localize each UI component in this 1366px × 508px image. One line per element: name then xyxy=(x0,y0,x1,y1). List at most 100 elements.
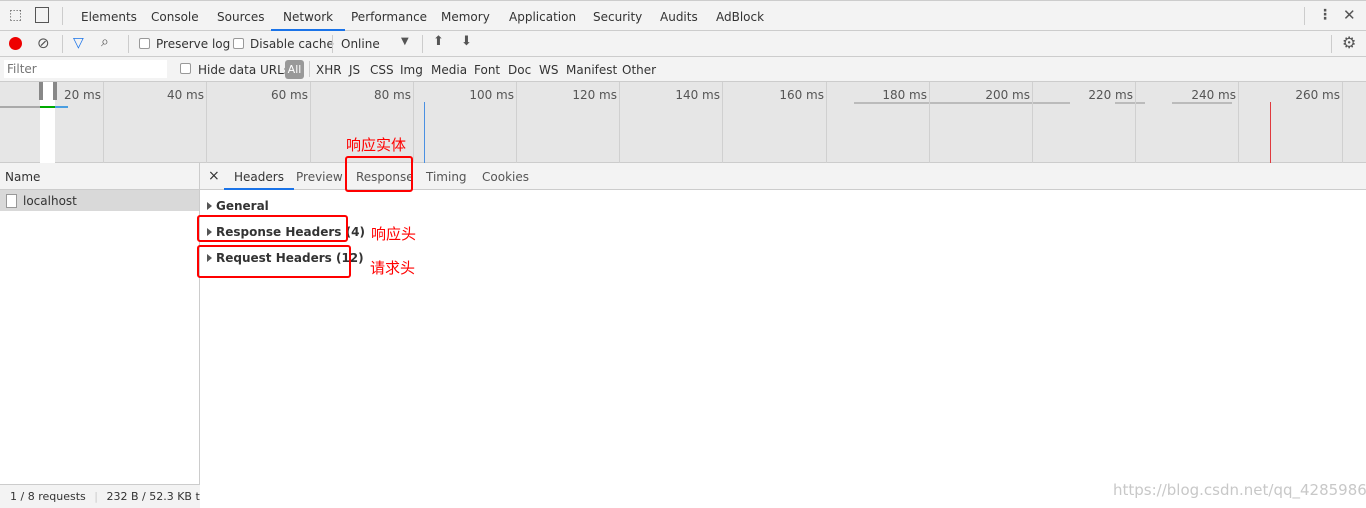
detail-tab-headers[interactable]: Headers xyxy=(224,170,294,190)
annotation-response-headers: 响应头 xyxy=(371,225,417,243)
tab-network[interactable]: Network xyxy=(271,10,346,31)
request-name: localhost xyxy=(23,193,77,208)
type-all[interactable]: All xyxy=(285,60,304,79)
tab-security[interactable]: Security xyxy=(593,10,642,24)
timeline-gridline xyxy=(929,82,930,163)
section-general[interactable]: General xyxy=(207,199,269,213)
detail-tab-timing[interactable]: Timing xyxy=(426,170,467,184)
timeline-gridline xyxy=(1135,82,1136,163)
detail-tab-preview[interactable]: Preview xyxy=(296,170,343,184)
timeline-tick-label: 60 ms xyxy=(270,88,308,102)
request-details-panel: × Headers Preview Response Timing Cookie… xyxy=(200,163,1366,508)
highlight-request-headers xyxy=(197,245,351,278)
inspect-element-icon[interactable]: ⬚ xyxy=(9,7,22,23)
annotation-response-body: 响应实体 xyxy=(346,136,407,154)
timeline-tick-label: 20 ms xyxy=(63,88,101,102)
preserve-log-label: Preserve log xyxy=(156,37,231,51)
timing-bar xyxy=(40,106,55,108)
type-doc[interactable]: Doc xyxy=(508,63,531,77)
clear-icon[interactable]: ⊘ xyxy=(37,34,50,52)
timeline-gridline xyxy=(722,82,723,163)
status-bar: 1 / 8 requests | 232 B / 52.3 KB tra xyxy=(0,484,200,508)
export-har-icon[interactable]: ⬇ xyxy=(461,34,472,49)
watermark: https://blog.csdn.net/qq_42859864 xyxy=(1113,481,1366,499)
timeline-gridline xyxy=(103,82,104,163)
detail-tab-cookies[interactable]: Cookies xyxy=(482,170,529,184)
type-media[interactable]: Media xyxy=(431,63,467,77)
timeline-gridline xyxy=(826,82,827,163)
document-icon xyxy=(6,193,17,208)
devtools-tab-bar: ⬚ Elements Console Sources Network Perfo… xyxy=(0,0,1366,31)
timeline-tick-label: 260 ms xyxy=(1295,88,1340,102)
timeline-tick-label: 200 ms xyxy=(985,88,1030,102)
timing-bar xyxy=(0,106,40,108)
filter-bar: Hide data URLs All XHR JS CSS Img Media … xyxy=(0,57,1366,82)
timeline-gridline xyxy=(619,82,620,163)
more-menu-icon[interactable]: ⋮ xyxy=(1318,7,1332,23)
transferred-size: 232 B / 52.3 KB tra xyxy=(106,490,200,503)
tab-sources[interactable]: Sources xyxy=(217,10,264,24)
preserve-log-checkbox[interactable] xyxy=(139,38,150,49)
request-count: 1 / 8 requests xyxy=(10,490,86,503)
timeline-tick-label: 40 ms xyxy=(166,88,204,102)
timeline-gridline xyxy=(206,82,207,163)
name-column-label: Name xyxy=(5,170,41,184)
type-img[interactable]: Img xyxy=(400,63,423,77)
tab-performance[interactable]: Performance xyxy=(351,10,427,24)
type-other[interactable]: Other xyxy=(622,63,656,77)
filter-input[interactable] xyxy=(4,60,167,78)
dom-content-loaded-marker xyxy=(424,102,425,163)
timeline-gridline xyxy=(516,82,517,163)
tab-audits[interactable]: Audits xyxy=(660,10,698,24)
timeline-gridline xyxy=(1238,82,1239,163)
timeline-tick-label: 80 ms xyxy=(373,88,411,102)
type-ws[interactable]: WS xyxy=(539,63,558,77)
search-icon[interactable]: ⌕ xyxy=(101,34,109,50)
request-list: Name localhost 1 / 8 requests | 232 B / … xyxy=(0,163,200,508)
type-font[interactable]: Font xyxy=(474,63,500,77)
timeline-gridline xyxy=(1032,82,1033,163)
record-button[interactable] xyxy=(9,37,22,50)
filter-icon[interactable]: ▽ xyxy=(73,35,84,51)
throttle-select[interactable]: Online xyxy=(341,37,380,51)
highlight-response-headers xyxy=(197,215,348,242)
timeline-tick-label: 240 ms xyxy=(1191,88,1236,102)
type-manifest[interactable]: Manifest xyxy=(566,63,617,77)
timeline-tick-label: 100 ms xyxy=(469,88,514,102)
network-toolbar: ⊘ ▽ ⌕ Preserve log Disable cache Online … xyxy=(0,31,1366,57)
tab-elements[interactable]: Elements xyxy=(81,10,137,24)
disable-cache-checkbox[interactable] xyxy=(233,38,244,49)
annotation-request-headers: 请求头 xyxy=(370,259,416,277)
name-column-header[interactable]: Name xyxy=(0,163,199,190)
timeline-tick-label: 160 ms xyxy=(779,88,824,102)
load-event-marker xyxy=(1270,102,1271,163)
type-js[interactable]: JS xyxy=(349,63,360,77)
close-details-button[interactable]: × xyxy=(208,168,220,184)
import-har-icon[interactable]: ⬆ xyxy=(433,34,444,49)
close-devtools-icon[interactable]: ✕ xyxy=(1343,6,1356,24)
tab-console[interactable]: Console xyxy=(151,10,199,24)
type-css[interactable]: CSS xyxy=(370,63,394,77)
tab-memory[interactable]: Memory xyxy=(441,10,490,24)
timeline-tick-label: 220 ms xyxy=(1088,88,1133,102)
tab-application[interactable]: Application xyxy=(509,10,576,24)
highlight-response-tab xyxy=(345,156,413,192)
chevron-down-icon[interactable]: ▼ xyxy=(401,36,409,47)
timeline-tick-label: 140 ms xyxy=(675,88,720,102)
hide-data-urls-label: Hide data URLs xyxy=(198,63,291,77)
timing-bar xyxy=(854,102,1070,104)
tab-adblock[interactable]: AdBlock xyxy=(716,10,764,24)
request-row[interactable]: localhost xyxy=(0,190,199,211)
settings-gear-icon[interactable]: ⚙ xyxy=(1342,33,1356,52)
device-toolbar-icon[interactable] xyxy=(35,7,49,23)
timeline-gridline xyxy=(1342,82,1343,163)
hide-data-urls-checkbox[interactable] xyxy=(180,63,191,74)
timing-bar xyxy=(1172,102,1232,104)
timing-bar xyxy=(1115,102,1145,104)
disable-cache-label: Disable cache xyxy=(250,37,334,51)
type-xhr[interactable]: XHR xyxy=(316,63,342,77)
timing-bar xyxy=(55,106,68,108)
timeline-gridline xyxy=(413,82,414,163)
timeline-overview[interactable]: 20 ms 40 ms 60 ms 80 ms 100 ms 120 ms 140 ms 16… xyxy=(0,82,1366,163)
timeline-tick-label: 180 ms xyxy=(882,88,927,102)
